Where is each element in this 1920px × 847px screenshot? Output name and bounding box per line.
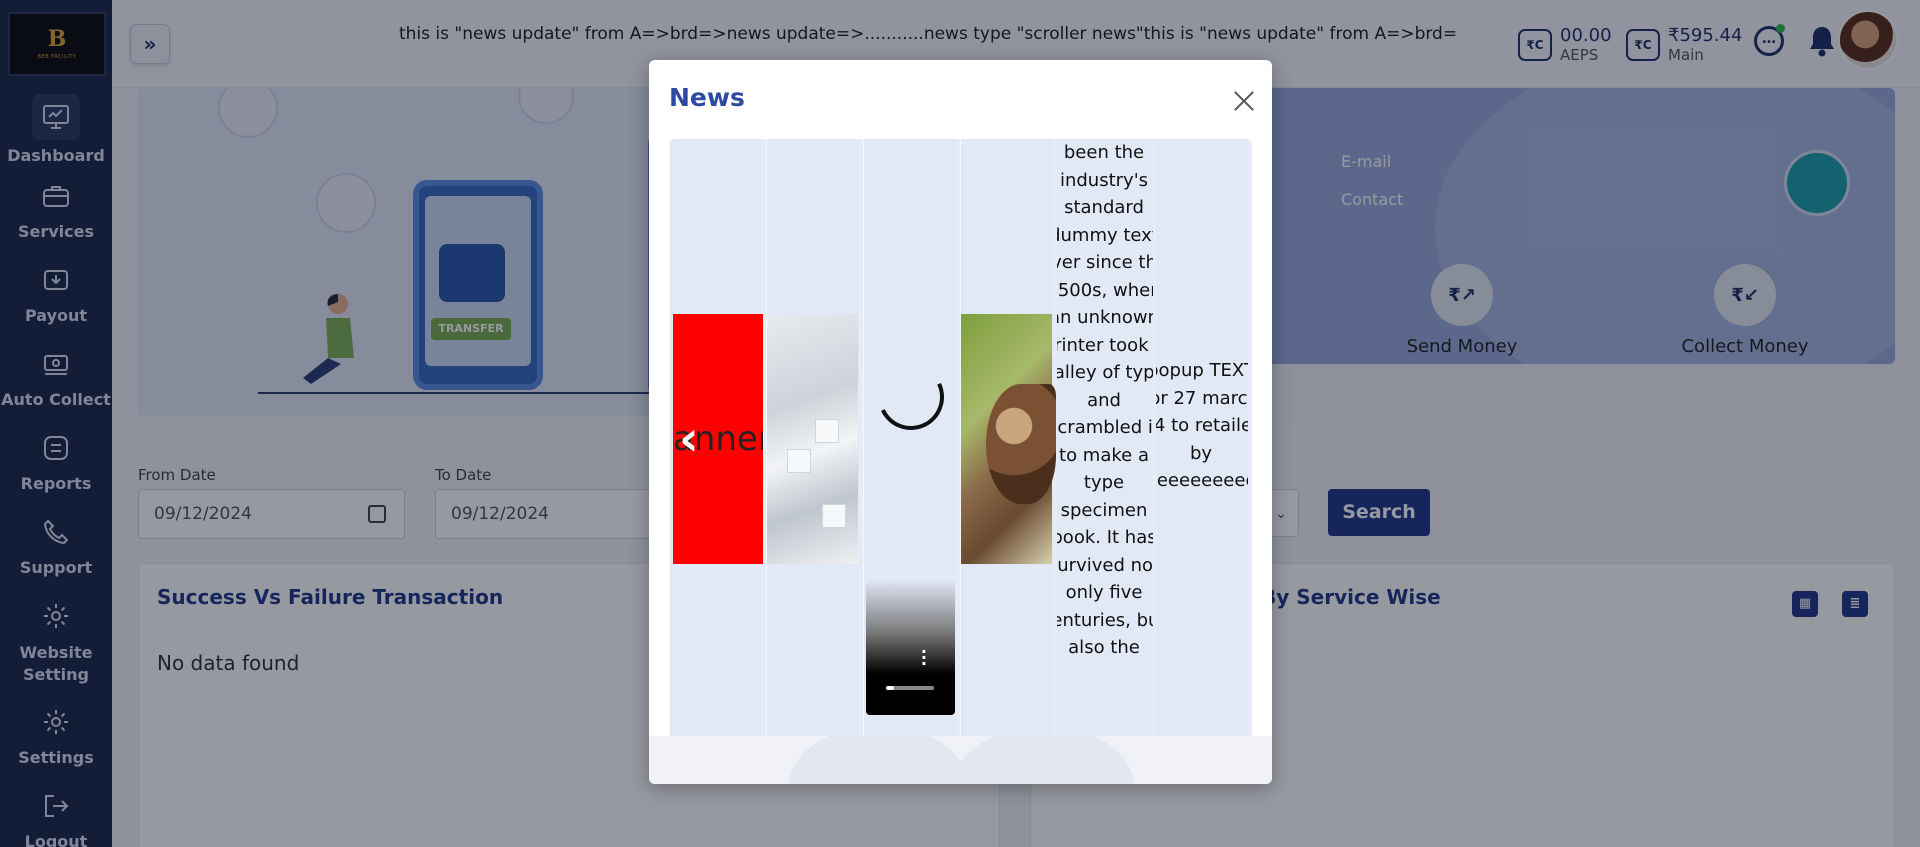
modal-title: News <box>669 83 745 112</box>
carousel-prev-button[interactable]: ‹ <box>679 415 709 463</box>
news-text: been the industry's standard dummy text … <box>1057 142 1153 658</box>
news-image <box>767 314 858 564</box>
decor-arc <box>789 736 969 784</box>
video-player[interactable]: · · · <box>866 579 955 715</box>
news-slide[interactable]: been the industry's standard dummy text … <box>1057 139 1153 738</box>
loading-spinner-icon <box>868 354 954 440</box>
news-slide[interactable] <box>766 139 859 738</box>
decor-arc <box>954 736 1134 784</box>
news-slide[interactable]: popup TEXT for 27 march 24 to retailer b… <box>1156 139 1248 738</box>
video-progress-bar[interactable] <box>886 686 934 690</box>
photo-thumbnail <box>787 449 811 473</box>
photo-thumbnail <box>815 419 839 443</box>
photo-thumbnail <box>822 504 846 528</box>
news-slide[interactable]: · · · <box>863 139 956 738</box>
news-carousel[interactable]: anner · · · been the industry's standard… <box>669 139 1252 738</box>
news-slide[interactable] <box>960 139 1056 738</box>
news-text: popup TEXT for 27 march 24 to retailer b… <box>1156 360 1248 491</box>
close-icon[interactable] <box>1230 87 1258 115</box>
bird-image <box>986 384 1056 504</box>
modal-footer <box>649 736 1272 784</box>
news-image <box>961 314 1056 564</box>
news-modal: News anner · · · been the industry's sta… <box>649 60 1272 784</box>
more-options-icon[interactable]: · · · <box>921 644 927 672</box>
